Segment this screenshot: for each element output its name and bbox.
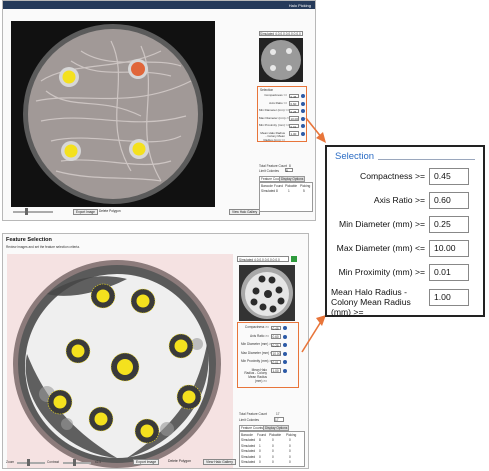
callout-field-input[interactable]: 0.01 <box>429 264 469 281</box>
callout-field-row: Min Proximity (mm) >= 0.01 <box>327 263 483 285</box>
callout-field-label: Compactness >= <box>360 171 425 181</box>
callout-field-input[interactable]: 1.00 <box>429 289 469 306</box>
callout-field-label: Axis Ratio >= <box>373 195 425 205</box>
selection-callout: Selection Compactness >= 0.45 Axis Ratio >… <box>325 145 485 317</box>
callout-field-label: Mean Halo Radius - Colony Mean Radius (m… <box>331 287 411 317</box>
callout-field-row: Mean Halo Radius - Colony Mean Radius (m… <box>327 287 483 317</box>
callout-field-input[interactable]: 0.45 <box>429 168 469 185</box>
callout-field-row: Min Diameter (mm) >= 0.25 <box>327 215 483 237</box>
callout-field-label: Min Proximity (mm) >= <box>338 267 425 277</box>
callout-field-input[interactable]: 0.60 <box>429 192 469 209</box>
callout-title: Selection <box>335 151 379 162</box>
callout-field-label: Max Diameter (mm) <= <box>336 243 425 253</box>
callout-field-input[interactable]: 10.00 <box>429 240 469 257</box>
callout-field-row: Compactness >= 0.45 <box>327 167 483 189</box>
callout-field-row: Axis Ratio >= 0.60 <box>327 191 483 213</box>
callout-field-row: Max Diameter (mm) <= 10.00 <box>327 239 483 261</box>
bottom-connector-line <box>301 319 323 353</box>
callout-field-label: Min Diameter (mm) >= <box>339 219 425 229</box>
callout-field-input[interactable]: 0.25 <box>429 216 469 233</box>
